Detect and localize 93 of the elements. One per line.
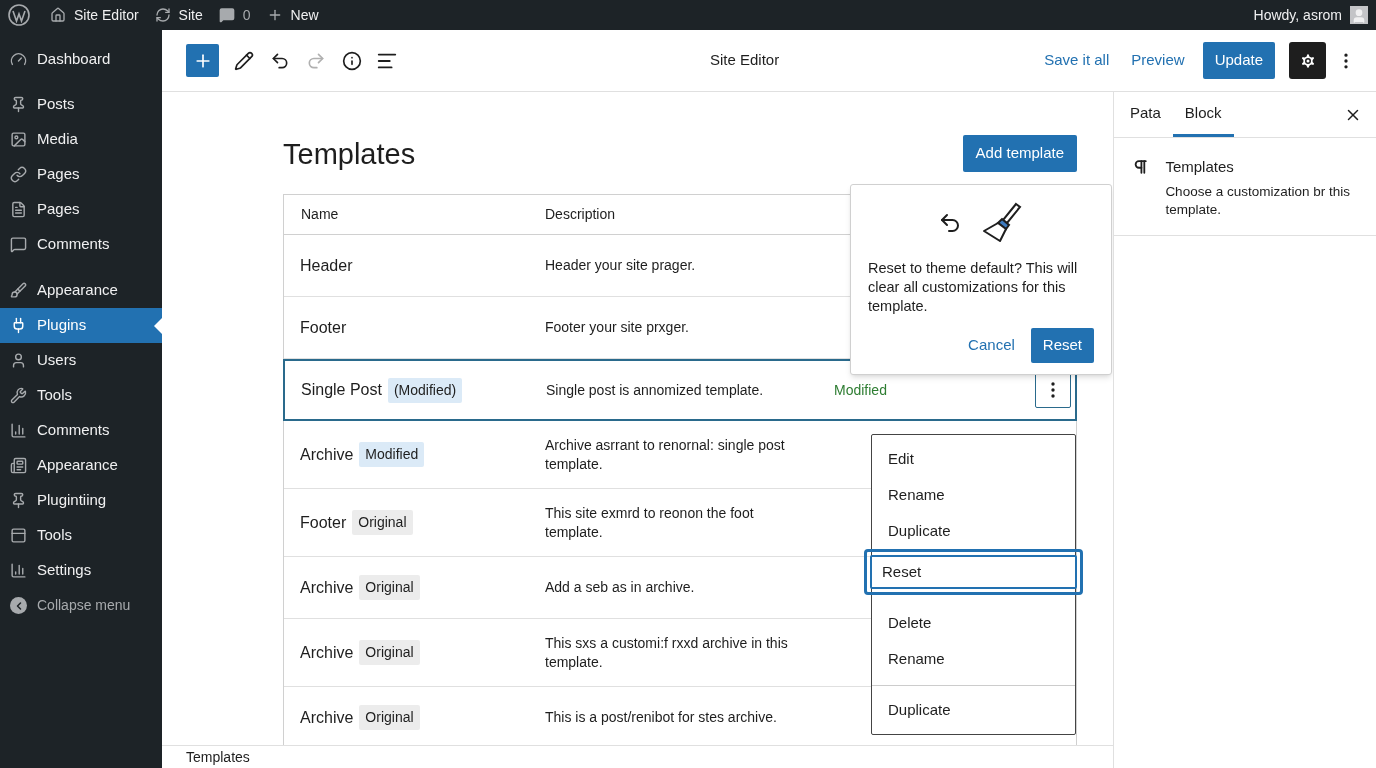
save-all-link[interactable]: Save it all (1044, 49, 1110, 72)
sidebar-item[interactable]: Pages (0, 192, 162, 227)
menu-item[interactable]: Duplicate (872, 513, 1075, 549)
more-icon (1051, 382, 1055, 398)
site-editor-link[interactable]: Site Editor (50, 4, 139, 26)
column-header: Name (300, 205, 340, 224)
template-description: This site exmrd to reonon the foot template. (545, 503, 755, 542)
refresh-icon (154, 7, 171, 23)
status-badge: Original (352, 510, 413, 535)
template-name: Archive (300, 444, 354, 465)
undo-icon (938, 211, 962, 235)
collapse-icon (10, 597, 27, 614)
menu-item[interactable]: Edit (872, 441, 1075, 477)
chart-icon (10, 422, 27, 439)
template-description: Footer your site prxger. (545, 318, 690, 337)
chart-icon (10, 562, 27, 579)
home-icon (50, 7, 66, 23)
menu-item[interactable]: Reset (864, 549, 1083, 595)
block-description: Choose a customization br this template. (1165, 182, 1351, 219)
site-link[interactable]: Site (154, 4, 203, 26)
dashboard-icon (10, 51, 27, 68)
sidebar-item[interactable]: Dashboard (0, 42, 162, 77)
template-description: Header your site prager. (545, 256, 697, 275)
status-badge: Original (359, 705, 420, 730)
user-icon (10, 352, 27, 369)
block-title: Templates (1165, 157, 1235, 177)
wrench-icon (10, 387, 27, 404)
settings-button[interactable] (1289, 42, 1326, 79)
page-icon (10, 201, 27, 218)
inspector-tab[interactable]: Block (1172, 92, 1234, 137)
editor-title: Site Editor (710, 50, 780, 71)
update-button[interactable]: Update (1202, 42, 1275, 79)
sidebar-item[interactable]: Settings (0, 553, 162, 588)
collapse-menu-button[interactable]: Collapse menu (0, 588, 162, 623)
info-icon[interactable] (342, 50, 362, 71)
undo-icon[interactable] (270, 50, 290, 71)
reset-button[interactable]: Reset (1030, 328, 1094, 363)
comments-link[interactable]: 0 (218, 4, 251, 26)
template-name: Header (300, 255, 353, 276)
pin-icon (10, 96, 27, 113)
comment-icon (218, 7, 235, 23)
link-icon (10, 166, 27, 183)
inspector-tab[interactable]: Pata (1118, 92, 1173, 137)
media-icon (10, 131, 27, 148)
breadcrumb[interactable]: Templates (186, 746, 250, 768)
pencil-icon[interactable] (234, 50, 254, 71)
page-title: Templates (283, 136, 416, 172)
template-description: Add a seb as in archive. (545, 578, 696, 597)
wordpress-logo-icon[interactable] (8, 4, 30, 26)
add-template-button[interactable]: Add template (962, 135, 1077, 172)
preview-link[interactable]: Preview (1131, 49, 1185, 72)
template-description: This sxs a customi:f rxxd archive in this template. (545, 633, 789, 672)
template-name: Footer (300, 317, 347, 338)
sidebar-item[interactable]: Pages (0, 157, 162, 192)
column-header: Description (545, 205, 616, 224)
cancel-button[interactable]: Cancel (968, 334, 1015, 357)
sidebar-item[interactable]: Comments (0, 227, 162, 262)
sidebar-item[interactable]: Plugintiing (0, 483, 162, 518)
sidebar-item[interactable]: Appearance (0, 448, 162, 483)
sidebar-item[interactable]: Posts (0, 87, 162, 122)
status-text: Modified (834, 380, 887, 400)
sidebar-item[interactable]: Tools (0, 518, 162, 553)
newspaper-icon (10, 457, 27, 474)
menu-item[interactable]: Duplicate (872, 692, 1075, 728)
comment-icon (10, 236, 27, 253)
status-badge: Modified (359, 442, 425, 467)
template-description: This is a post/renibot for stes archive. (545, 708, 778, 727)
menu-item[interactable]: Rename (872, 641, 1075, 677)
template-name: Archive (300, 642, 354, 663)
brush-icon (10, 282, 27, 299)
pin-icon (10, 492, 27, 509)
template-name: Footer (300, 512, 347, 533)
sidebar-item[interactable]: Users (0, 343, 162, 378)
brush-icon (980, 201, 1024, 245)
status-badge: Original (359, 640, 420, 665)
sidebar-item[interactable]: Tools (0, 378, 162, 413)
status-badge: Original (359, 575, 420, 600)
template-description: Single post is annomized template. (546, 380, 765, 400)
template-description: Archive asrrant to renornal: single post template. (545, 435, 786, 474)
template-name: Single Post (301, 380, 382, 400)
account-link[interactable]: Howdy, asrom (1253, 4, 1368, 26)
current-pointer-icon (154, 318, 162, 334)
window-icon (10, 527, 27, 544)
sidebar-item[interactable]: Plugins (0, 308, 162, 343)
status-badge: (Modified) (387, 377, 463, 403)
add-block-button[interactable] (186, 44, 219, 77)
new-link[interactable]: New (266, 4, 319, 26)
sidebar-item[interactable]: Appearance (0, 273, 162, 308)
sidebar-item[interactable]: Comments (0, 413, 162, 448)
template-name: Archive (300, 707, 354, 728)
sidebar-item[interactable]: Media (0, 122, 162, 157)
avatar-icon (1350, 6, 1368, 24)
template-name: Archive (300, 577, 354, 598)
